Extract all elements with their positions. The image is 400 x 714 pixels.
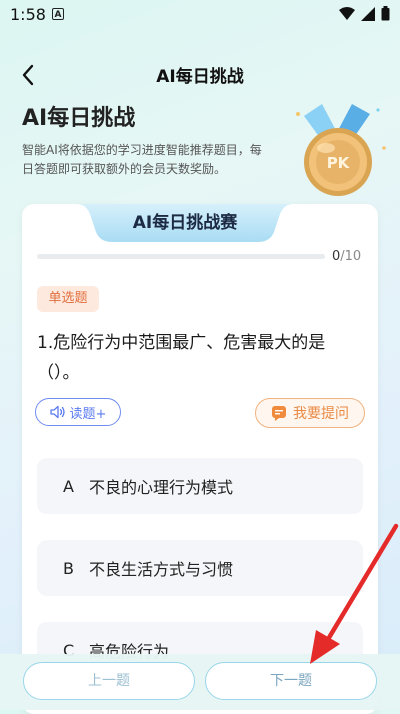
medal-text: PK — [327, 154, 351, 172]
status-bar: 1:58 A — [0, 0, 400, 28]
status-time: 1:58 — [10, 5, 46, 24]
progress-bar — [37, 254, 325, 259]
hero-description: 智能AI将依据您的学习进度智能推荐题目，每日答题即可获取额外的会员天数奖励。 — [22, 143, 262, 176]
page-title: AI每日挑战 — [156, 67, 244, 87]
chat-icon — [272, 406, 286, 421]
ask-question-button[interactable]: 我要提问 — [255, 398, 365, 428]
option-a[interactable]: A 不良的心理行为模式 — [37, 458, 363, 514]
signal-icon — [361, 6, 375, 21]
option-letter: A — [63, 476, 74, 496]
option-letter: B — [63, 558, 74, 578]
question-type-badge: 单选题 — [37, 286, 99, 312]
progress-total: /10 — [340, 249, 362, 264]
read-question-label: 读题+ — [69, 406, 107, 422]
next-question-button[interactable]: 下一题 — [205, 662, 377, 700]
question-text: 1.危险行为中范围最广、危害最大的是（）。 — [37, 333, 326, 383]
option-text: 不良的心理行为模式 — [89, 478, 234, 497]
pk-medal-icon: PK — [296, 104, 386, 196]
option-b[interactable]: B 不良生活方式与习惯 — [37, 540, 363, 596]
ask-question-label: 我要提问 — [293, 406, 349, 422]
option-text: 不良生活方式与习惯 — [89, 560, 234, 579]
wifi-icon — [339, 6, 355, 20]
battery-icon — [381, 6, 390, 21]
progress-count: 0/10 — [332, 249, 361, 264]
hero-title: AI每日挑战 — [22, 106, 136, 131]
read-question-button[interactable]: 读题+ — [35, 398, 121, 426]
previous-question-button[interactable]: 上一题 — [23, 662, 195, 700]
status-icons — [339, 6, 390, 21]
speaker-icon — [49, 405, 65, 419]
notification-icon: A — [52, 8, 64, 20]
top-bar: AI每日挑战 — [0, 54, 400, 94]
card-tab-title: AI每日挑战赛 — [132, 213, 238, 233]
